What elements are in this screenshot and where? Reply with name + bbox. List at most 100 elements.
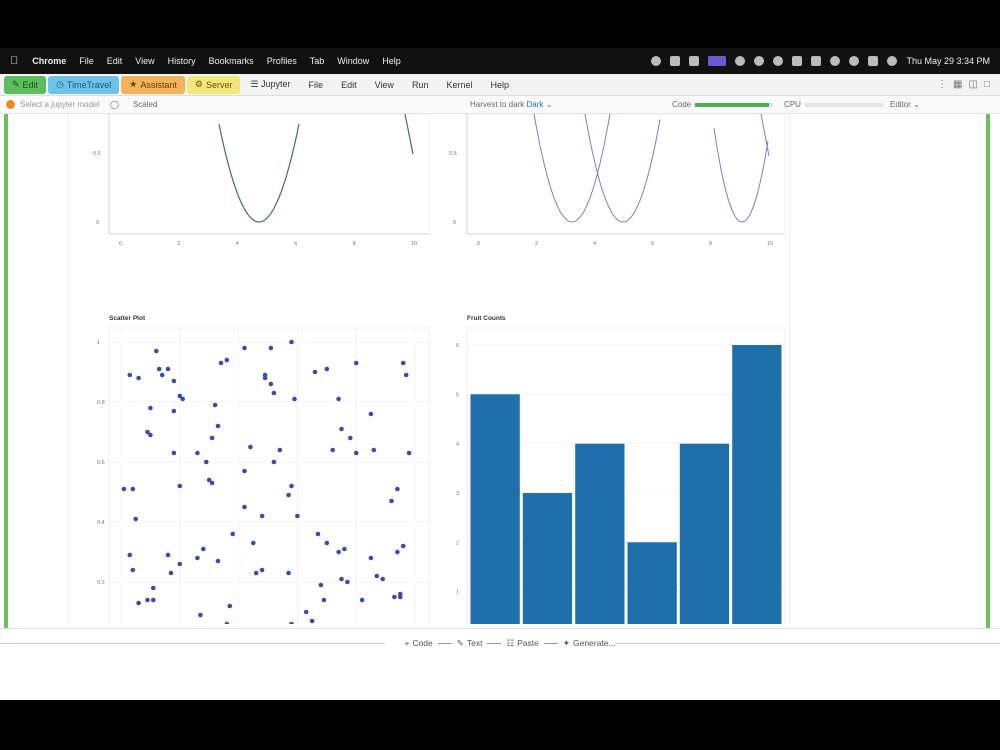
scatter-point <box>156 366 162 372</box>
menu-window[interactable]: Window <box>337 56 369 66</box>
scatter-point <box>400 543 406 549</box>
menu-edit[interactable]: Edit <box>107 56 123 66</box>
expand-icon[interactable]: □ <box>984 79 990 90</box>
line-right-xtick: 0 <box>477 241 480 247</box>
scatter-point <box>330 447 336 453</box>
search-icon[interactable] <box>849 56 860 66</box>
split-view-icon[interactable]: ◫ <box>969 79 978 90</box>
clock-icon: ◷ <box>56 79 64 89</box>
scatter-point <box>204 459 209 465</box>
menubar-clock[interactable]: Thu May 29 3:34 PM <box>906 56 990 66</box>
scatter-point <box>145 597 150 603</box>
scatter-point <box>242 468 247 474</box>
mode-timetravel-button[interactable]: ◷ TimeTravel <box>48 75 120 94</box>
tray-display-icon[interactable] <box>792 56 803 66</box>
scatter-point <box>389 498 394 504</box>
scatter-point <box>336 549 341 555</box>
bar-apples <box>470 394 520 641</box>
add-code-cell-button[interactable]: + Code <box>404 638 432 648</box>
tray-screen-icon[interactable] <box>670 56 681 66</box>
scatter-point <box>374 573 380 579</box>
menu-tab[interactable]: Tab <box>310 56 325 66</box>
scatter-point <box>177 561 183 567</box>
scatter-point <box>224 357 230 363</box>
scatter-point <box>309 618 315 624</box>
line-right-xticks: 0 2 4 6 8 10 <box>477 241 773 247</box>
menu-app-name[interactable]: Chrome <box>32 56 66 66</box>
scatter-point <box>395 486 400 492</box>
menu-file[interactable]: File <box>79 56 94 66</box>
paste-cell-button[interactable]: ☷ Paste <box>506 638 538 649</box>
scatter-point <box>159 372 165 378</box>
action-separator <box>437 642 452 644</box>
scatter-point <box>303 609 309 615</box>
layout-grid-icon[interactable]: ▦ <box>953 79 962 90</box>
mode-assistant-button[interactable]: ★ Assistant <box>121 75 185 94</box>
apple-icon[interactable]:  <box>10 55 18 67</box>
tray-gear-icon[interactable] <box>651 56 662 66</box>
line-right-ytick-2: 0 <box>453 220 456 226</box>
letterbox-bottom <box>0 700 1000 750</box>
jmenu-view[interactable]: View <box>375 80 394 90</box>
tray-user-icon[interactable] <box>689 56 700 66</box>
scatter-point <box>130 567 136 573</box>
server-icon: ⚙ <box>194 79 203 89</box>
scatter-point <box>180 396 185 402</box>
scatter-point <box>345 579 350 585</box>
add-text-cell-button[interactable]: ✎ Text <box>457 638 483 649</box>
bar-plums <box>627 542 677 641</box>
scatter-point <box>165 552 171 558</box>
tray-history-icon[interactable] <box>773 56 784 66</box>
bar-pears <box>522 493 573 641</box>
scatter-point <box>400 360 406 366</box>
editor-mode-select[interactable]: Editor ⌄ <box>890 100 920 109</box>
scatter-point <box>177 483 183 489</box>
plots-svg: 0.5 0 0 2 4 6 8 10 0.5 0 0 2 4 6 8 10 Sc… <box>93 108 786 670</box>
scatter-point <box>230 531 235 537</box>
generate-cell-button[interactable]: ✦ Generate... <box>563 638 616 649</box>
scatter-point <box>371 447 377 453</box>
wifi-icon[interactable] <box>830 56 841 66</box>
sparkle-icon: ✦ <box>562 637 570 648</box>
mode-server-button[interactable]: ⚙ Server <box>186 75 241 94</box>
tray-battery-icon[interactable] <box>811 56 822 66</box>
jmenu-help[interactable]: Help <box>490 80 509 90</box>
menu-help[interactable]: Help <box>382 56 401 66</box>
screen:  Chrome File Edit View History Bookmark… <box>0 48 1000 700</box>
menu-history[interactable]: History <box>168 56 196 66</box>
jmenu-run[interactable]: Run <box>412 80 429 90</box>
jmenu-file[interactable]: File <box>309 80 324 90</box>
scatter-point <box>336 396 341 402</box>
control-center-icon[interactable] <box>868 56 879 66</box>
scatter-point <box>342 546 347 552</box>
siri-icon[interactable] <box>887 56 898 66</box>
bar-ytick: 2 <box>456 540 459 546</box>
scatter-point <box>198 612 203 618</box>
kernel-select-input[interactable]: Select a jupyter model <box>20 100 110 109</box>
menu-profiles[interactable]: Profiles <box>267 56 297 66</box>
more-icon[interactable]: ⋮ <box>937 79 947 90</box>
tray-clock-icon[interactable] <box>754 56 765 66</box>
menu-view[interactable]: View <box>135 56 154 66</box>
jmenu-kernel[interactable]: Kernel <box>446 80 472 90</box>
jmenu-edit[interactable]: Edit <box>341 80 357 90</box>
jupyter-menu[interactable]: ☰ Jupyter <box>250 79 290 90</box>
scatter-point <box>253 570 259 576</box>
theme-selector[interactable]: Harvest to dark Dark ⌄ <box>470 100 552 109</box>
tray-bolt-icon[interactable] <box>735 56 746 66</box>
editor-mode-label: Editor <box>890 100 911 109</box>
menubar-tray: Thu May 29 3:34 PM <box>651 56 990 66</box>
scatter-point <box>168 570 174 576</box>
scatter-point <box>154 348 159 354</box>
tray-recording-icon[interactable] <box>708 56 727 66</box>
mode-assistant-label: Assistant <box>140 79 177 90</box>
menu-bookmarks[interactable]: Bookmarks <box>209 56 254 66</box>
scatter-point <box>398 594 403 600</box>
scatter-point <box>353 450 359 456</box>
mode-edit-button[interactable]: ✎ Edit <box>4 75 47 94</box>
scatter-point <box>395 549 400 555</box>
toolbar-right-controls: ⋮ ▦ ◫ □ <box>937 79 990 90</box>
scatter-point <box>271 390 277 396</box>
kernel-refresh-icon[interactable]: ◯ <box>110 100 119 109</box>
scatter-point <box>295 513 300 519</box>
